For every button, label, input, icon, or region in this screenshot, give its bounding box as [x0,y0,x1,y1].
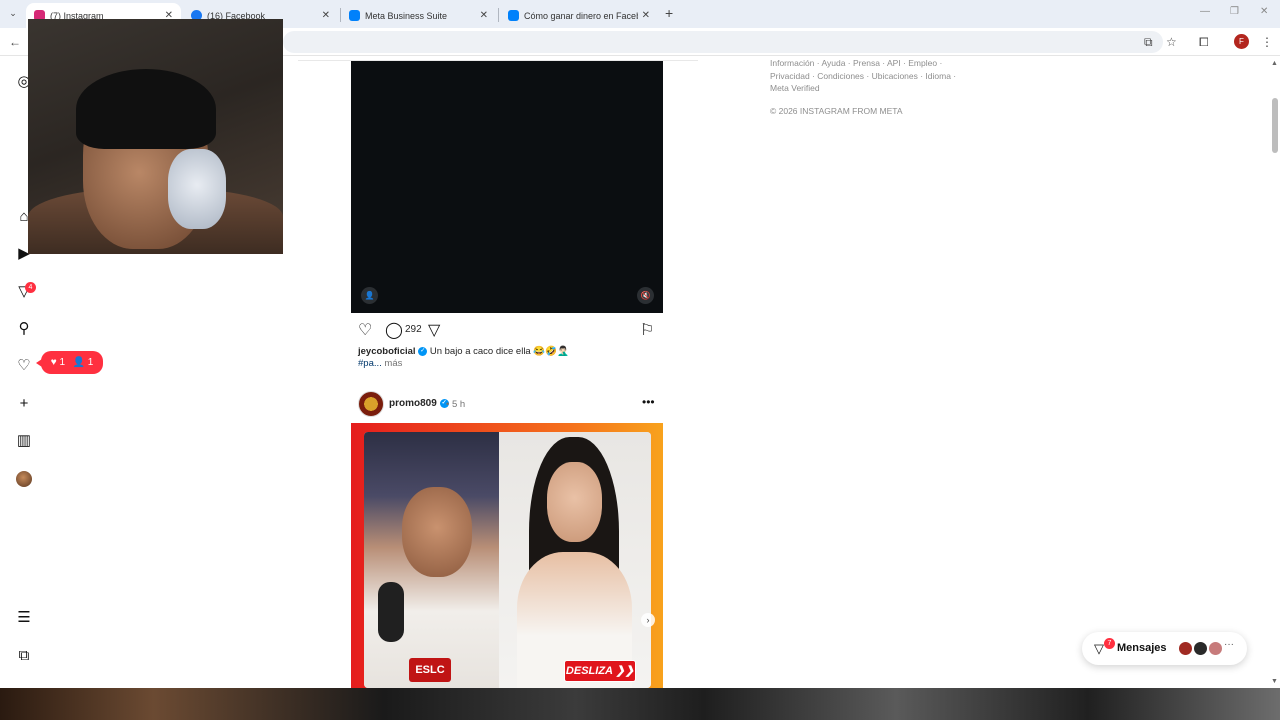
more-avatars-icon: ··· [1224,639,1234,650]
eslc-logo: ESLC [409,658,451,682]
address-bar[interactable] [283,31,1163,53]
footer-row-2[interactable]: Privacidad · Condiciones · Ubicaciones ·… [770,70,956,83]
post-image[interactable]: ESLC DESLIZA ❯❯ › [351,423,663,688]
scroll-up-icon[interactable]: ▲ [1271,60,1278,67]
post-caption: jeycoboficial ✓ Un bajo a caco dice ella… [358,346,569,357]
extensions-icon[interactable]: ⧠ [1199,35,1209,50]
footer-row-3[interactable]: Meta Verified [770,82,950,95]
webcam-overlay [28,19,283,254]
hashtag-link[interactable]: #pa... [358,358,382,369]
search-icon[interactable]: ⚲ [15,320,33,338]
post-header-user: promo809 ✓ [389,398,449,409]
explore-badge: 4 [25,282,36,293]
follows-count: 👤 1 [72,357,94,368]
heart-icon[interactable]: ♡ [15,357,33,375]
share-icon[interactable]: ▽ [428,320,440,340]
close-tab-icon[interactable]: ✕ [480,10,488,21]
profile-avatar[interactable]: F [1234,34,1249,49]
messages-icon: ▽ [1094,641,1104,656]
tab-title: Cómo ganar dinero en Faceboo [524,10,638,21]
message-avatar [1178,641,1193,656]
caption-username[interactable]: jeycoboficial [358,346,416,357]
bookmark-star-icon[interactable]: ☆ [1166,35,1177,49]
message-avatar [1193,641,1208,656]
message-avatar [1208,641,1223,656]
save-bookmark-icon[interactable]: ⚐ [640,320,654,340]
post-time: • 5 h [446,399,466,410]
new-tab-icon[interactable]: + [665,5,673,21]
tab-como-ganar-dinero[interactable]: Cómo ganar dinero en Faceboo ✕ [500,3,658,28]
notifications-popup[interactable]: ♥ 1 👤 1 [36,351,103,374]
close-tab-icon[interactable]: ✕ [642,10,650,21]
footer-row-1[interactable]: Información · Ayuda · Prensa · API · Emp… [770,57,950,70]
post-avatar[interactable] [358,391,384,417]
headphones-icon [168,149,226,229]
caption-text: Un bajo a caco dice ella 😂🤣🤦🏻‍♂️ [429,346,569,357]
messages-label: Mensajes [1117,642,1167,654]
also-from-meta-icon[interactable]: ⧉ [15,647,33,665]
menu-hamburger-icon[interactable]: ☰ [15,609,33,627]
like-icon[interactable]: ♡ [358,320,372,340]
reel-video[interactable]: 👤 🔇 [351,61,663,313]
image-frame: ESLC DESLIZA ❯❯ [364,432,651,688]
webcam-cap [76,69,216,149]
create-plus-icon[interactable]: + [15,395,33,413]
desktop-background-strip [0,688,1280,720]
image-face [402,487,472,577]
mute-icon[interactable]: 🔇 [637,287,654,304]
tab-search-icon[interactable]: ⌄ [5,5,21,21]
caption-line-2: #pa... más [358,358,402,369]
verified-icon: ✓ [418,346,428,356]
meta-favicon-icon [508,10,519,21]
back-arrow-icon[interactable]: ← [9,35,21,49]
scroll-down-icon[interactable]: ▼ [1271,678,1278,685]
likes-count: ♥ 1 [50,357,65,368]
comment-icon[interactable]: ◯ [385,320,403,340]
dashboard-icon[interactable]: ▥ [15,432,33,450]
tagged-user-icon[interactable]: 👤 [361,287,378,304]
desliza-label: DESLIZA ❯❯ [564,660,636,682]
minimize-icon[interactable]: — [1200,6,1210,17]
comment-count: 292 [405,324,422,335]
install-app-icon[interactable]: ⧉ [1144,35,1153,50]
close-window-icon[interactable]: ✕ [1260,6,1268,17]
tab-meta-business-suite[interactable]: Meta Business Suite ✕ [341,3,496,28]
kebab-menu-icon[interactable]: ⋮ [1261,35,1273,49]
messages-badge: 7 [1104,638,1115,649]
carousel-next-icon[interactable]: › [641,613,655,627]
close-tab-icon[interactable]: ✕ [322,10,330,21]
tab-separator [498,8,499,22]
screen: ⌄ (7) Instagram ✕ (16) Facebook ✕ Meta B… [0,0,1280,720]
image-person-right [499,432,651,688]
maximize-icon[interactable]: ❐ [1230,6,1239,17]
footer-links: Información · Ayuda · Prensa · API · Emp… [770,57,956,95]
image-face [547,462,602,542]
image-person-left [364,432,514,688]
messages-button[interactable]: ▽ 7 Mensajes ··· [1082,632,1247,665]
copyright: © 2026 INSTAGRAM FROM META [770,106,903,116]
scrollbar-thumb[interactable] [1272,98,1278,153]
meta-favicon-icon [349,10,360,21]
more-link[interactable]: más [384,358,402,369]
profile-avatar[interactable] [16,471,32,487]
more-options-icon[interactable]: ••• [642,395,655,409]
tab-title: Meta Business Suite [365,10,448,21]
microphone-icon [378,582,404,642]
post-username[interactable]: promo809 [389,398,437,409]
